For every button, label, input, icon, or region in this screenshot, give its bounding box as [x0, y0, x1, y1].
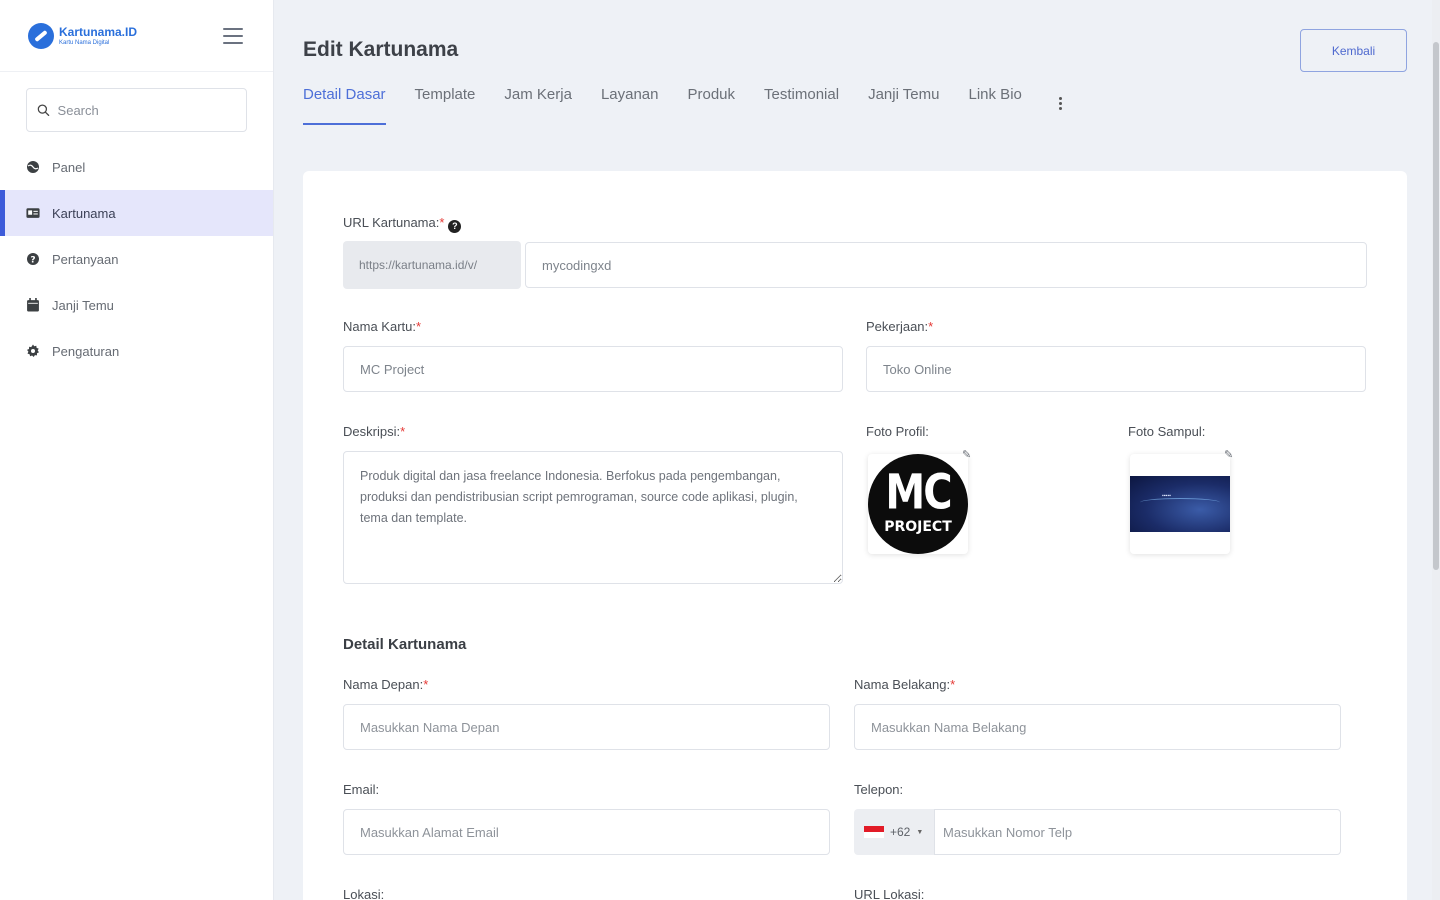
required-mark: *	[439, 215, 445, 230]
card-name-label: Nama Kartu:	[343, 319, 416, 334]
more-tabs-icon[interactable]	[1058, 86, 1062, 110]
phone-country-select[interactable]: +62 ▼	[854, 809, 934, 855]
desc-label-group: Deskripsi:*	[343, 424, 405, 439]
url-prefix: https://kartunama.id/v/	[343, 241, 521, 289]
sidebar-item-label: Pertanyaan	[52, 251, 119, 267]
required-mark: *	[415, 319, 422, 334]
sidebar-item-pengaturan[interactable]: Pengaturan	[0, 328, 273, 374]
card-name-label-group: Nama Kartu:*	[343, 319, 421, 334]
required-mark: *	[928, 319, 934, 334]
question-circle-icon: ?	[27, 253, 39, 266]
profile-photo[interactable]: MC PROJECT	[868, 454, 968, 554]
tab-layanan[interactable]: Layanan	[601, 86, 659, 125]
brand-logo[interactable]: Kartunama.ID Kartu Nama Digital	[28, 22, 138, 49]
logo-icon	[28, 22, 54, 49]
tab-janji-temu[interactable]: Janji Temu	[868, 86, 939, 125]
id-card-icon	[26, 208, 40, 218]
globe-icon	[27, 161, 39, 173]
url-label: URL Kartunama:	[343, 215, 440, 230]
first-name-label: Nama Depan:	[343, 677, 424, 692]
required-mark: *	[423, 677, 429, 692]
email-label: Email:	[343, 782, 380, 797]
back-button[interactable]: Kembali	[1300, 29, 1407, 72]
description-textarea[interactable]: Produk digital dan jasa freelance Indone…	[343, 451, 843, 584]
job-label: Pekerjaan:	[866, 319, 929, 334]
sidebar-item-label: Janji Temu	[52, 297, 114, 313]
tab-produk[interactable]: Produk	[688, 86, 736, 125]
scrollbar-thumb[interactable]	[1433, 42, 1439, 570]
job-label-group: Pekerjaan:*	[866, 319, 933, 334]
url-label-group: URL Kartunama:*?	[343, 215, 462, 233]
phone-input[interactable]	[934, 809, 1341, 855]
sidebar-nav: Panel Kartunama ? Pertanyaan Janji Temu …	[0, 144, 273, 374]
calendar-icon	[27, 298, 39, 312]
phone-country-code: +62	[890, 825, 911, 839]
tab-jam-kerja[interactable]: Jam Kerja	[504, 86, 572, 125]
job-input[interactable]	[866, 346, 1366, 392]
svg-text:?: ?	[30, 256, 35, 266]
sidebar-search	[26, 88, 247, 132]
hamburger-menu-icon[interactable]	[223, 27, 243, 44]
tab-template[interactable]: Template	[415, 86, 476, 125]
section-title: Detail Kartunama	[343, 636, 467, 653]
page-scrollbar[interactable]	[1432, 0, 1440, 900]
search-input[interactable]	[57, 102, 236, 118]
indonesia-flag-icon	[864, 826, 884, 838]
cover-image: ▪▪▪▪▪	[1130, 476, 1230, 532]
help-icon[interactable]: ?	[448, 219, 462, 233]
first-name-label-group: Nama Depan:*	[343, 677, 428, 692]
first-name-input[interactable]	[343, 704, 830, 750]
profile-photo-label: Foto Profil:	[866, 424, 929, 439]
search-icon	[37, 104, 50, 117]
main-content: Edit Kartunama Kembali Detail Dasar Temp…	[274, 0, 1440, 900]
required-mark: *	[950, 677, 956, 692]
sidebar-item-label: Pengaturan	[52, 343, 120, 359]
sidebar-item-label: Kartunama	[52, 205, 116, 221]
sidebar-item-pertanyaan[interactable]: ? Pertanyaan	[0, 236, 273, 282]
location-label: Lokasi:	[343, 887, 385, 900]
sidebar-item-janji-temu[interactable]: Janji Temu	[0, 282, 273, 328]
phone-label: Telepon:	[854, 782, 904, 797]
sidebar: Kartunama.ID Kartu Nama Digital Panel	[0, 0, 274, 900]
last-name-label-group: Nama Belakang:*	[854, 677, 955, 692]
email-input[interactable]	[343, 809, 830, 855]
chevron-down-icon: ▼	[916, 828, 924, 836]
page-title: Edit Kartunama	[303, 38, 459, 61]
last-name-input[interactable]	[854, 704, 1341, 750]
tab-detail-dasar[interactable]: Detail Dasar	[303, 86, 386, 125]
logo-text-bottom: PROJECT	[884, 519, 952, 535]
cover-photo-label: Foto Sampul:	[1128, 424, 1206, 439]
tab-bar: Detail Dasar Template Jam Kerja Layanan …	[303, 86, 1062, 125]
location-url-label: URL Lokasi:	[854, 887, 925, 900]
card-name-input[interactable]	[343, 346, 843, 392]
logo-text-top: MC	[885, 465, 952, 521]
brand-title: Kartunama.ID	[59, 25, 138, 39]
cover-photo[interactable]: ▪▪▪▪▪	[1130, 454, 1230, 554]
brand-subtitle: Kartu Nama Digital	[59, 40, 110, 46]
edit-form-card: URL Kartunama:*? https://kartunama.id/v/…	[303, 171, 1407, 900]
sidebar-item-kartunama[interactable]: Kartunama	[0, 190, 273, 236]
url-slug-input[interactable]	[525, 242, 1367, 288]
mc-project-logo: MC PROJECT	[868, 454, 968, 554]
edit-cover-photo-icon[interactable]: ✎	[1224, 449, 1236, 461]
sidebar-item-label: Panel	[52, 159, 86, 175]
cover-image-text: ▪▪▪▪▪	[1162, 493, 1171, 499]
gear-icon	[27, 344, 39, 357]
brand-bar: Kartunama.ID Kartu Nama Digital	[0, 0, 273, 72]
last-name-label: Nama Belakang:	[854, 677, 951, 692]
sidebar-item-panel[interactable]: Panel	[0, 144, 273, 190]
tab-link-bio[interactable]: Link Bio	[969, 86, 1022, 125]
edit-profile-photo-icon[interactable]: ✎	[962, 449, 974, 461]
desc-label: Deskripsi:	[343, 424, 401, 439]
tab-testimonial[interactable]: Testimonial	[764, 86, 839, 125]
required-mark: *	[400, 424, 406, 439]
